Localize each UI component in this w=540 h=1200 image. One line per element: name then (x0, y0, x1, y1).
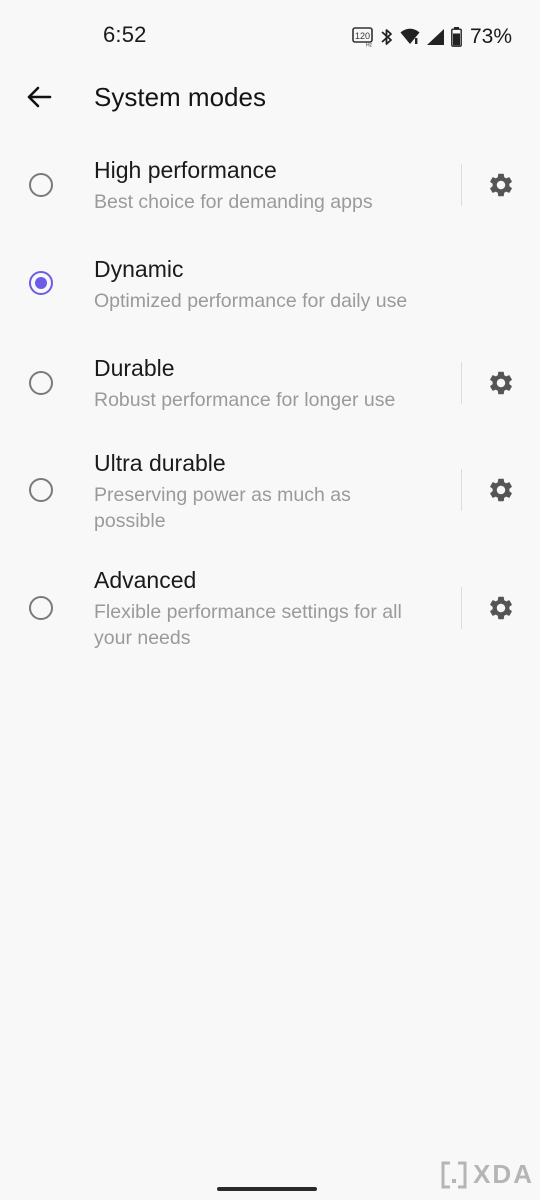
status-bar: 6:52 120 Hz 73% (0, 0, 540, 72)
mode-description: Preserving power as much as possible (94, 484, 351, 532)
page-title: System modes (94, 82, 266, 112)
mode-row-dynamic[interactable]: Dynamic Optimized performance for daily … (0, 249, 540, 321)
divider (461, 362, 462, 404)
gear-icon (490, 478, 512, 502)
settings-button-high-performance[interactable] (484, 168, 518, 202)
settings-button-advanced[interactable] (484, 591, 518, 625)
settings-button-durable[interactable] (484, 366, 518, 400)
gear-icon (490, 596, 512, 620)
mode-row-advanced[interactable]: Advanced Flexible performance settings f… (0, 560, 540, 656)
arrow-back-icon (27, 86, 52, 108)
wifi-icon (400, 28, 420, 46)
radio-button-advanced[interactable] (29, 596, 53, 620)
settings-button-ultra-durable[interactable] (484, 473, 518, 507)
status-time: 6:52 (103, 22, 147, 47)
mode-description: Best choice for demanding apps (94, 191, 373, 213)
mode-row-durable[interactable]: Durable Robust performance for longer us… (0, 348, 540, 420)
mode-description: Optimized performance for daily use (94, 290, 408, 312)
xda-watermark: XDA (441, 1159, 534, 1190)
divider (461, 587, 462, 629)
bluetooth-icon (380, 27, 394, 47)
mode-title: High performance (94, 157, 277, 183)
mode-description: Robust performance for longer use (94, 389, 396, 411)
radio-button-ultra-durable[interactable] (29, 478, 53, 502)
battery-percent: 73% (469, 25, 512, 48)
gear-icon (490, 173, 512, 197)
watermark-text: XDA (473, 1159, 534, 1189)
refresh-rate-text: 120 (355, 31, 370, 41)
divider (461, 164, 462, 206)
mode-title: Dynamic (94, 256, 184, 282)
mode-description: Flexible performance settings for all yo… (94, 601, 402, 649)
refresh-rate-icon: 120 Hz (352, 27, 374, 47)
xda-logo-icon (441, 1161, 467, 1188)
mode-title: Ultra durable (94, 450, 226, 476)
radio-button-durable[interactable] (29, 371, 53, 395)
status-icons: 120 Hz 73% (352, 24, 512, 50)
gear-icon (490, 371, 512, 395)
screen: 6:52 120 Hz 73% System modes High perfor… (0, 0, 540, 1200)
mode-row-high-performance[interactable]: High performance Best choice for demandi… (0, 150, 540, 222)
radio-button-dynamic[interactable] (29, 271, 53, 295)
mode-title: Advanced (94, 567, 197, 593)
mode-title: Durable (94, 355, 175, 381)
divider (461, 469, 462, 511)
back-button[interactable] (22, 80, 56, 114)
battery-icon (451, 27, 462, 47)
mode-row-ultra-durable[interactable]: Ultra durable Preserving power as much a… (0, 443, 540, 539)
svg-text:Hz: Hz (366, 43, 373, 48)
cellular-signal-icon (426, 28, 445, 46)
gesture-navigation-handle[interactable] (217, 1187, 317, 1191)
app-bar: System modes (0, 72, 540, 124)
radio-button-high-performance[interactable] (29, 173, 53, 197)
